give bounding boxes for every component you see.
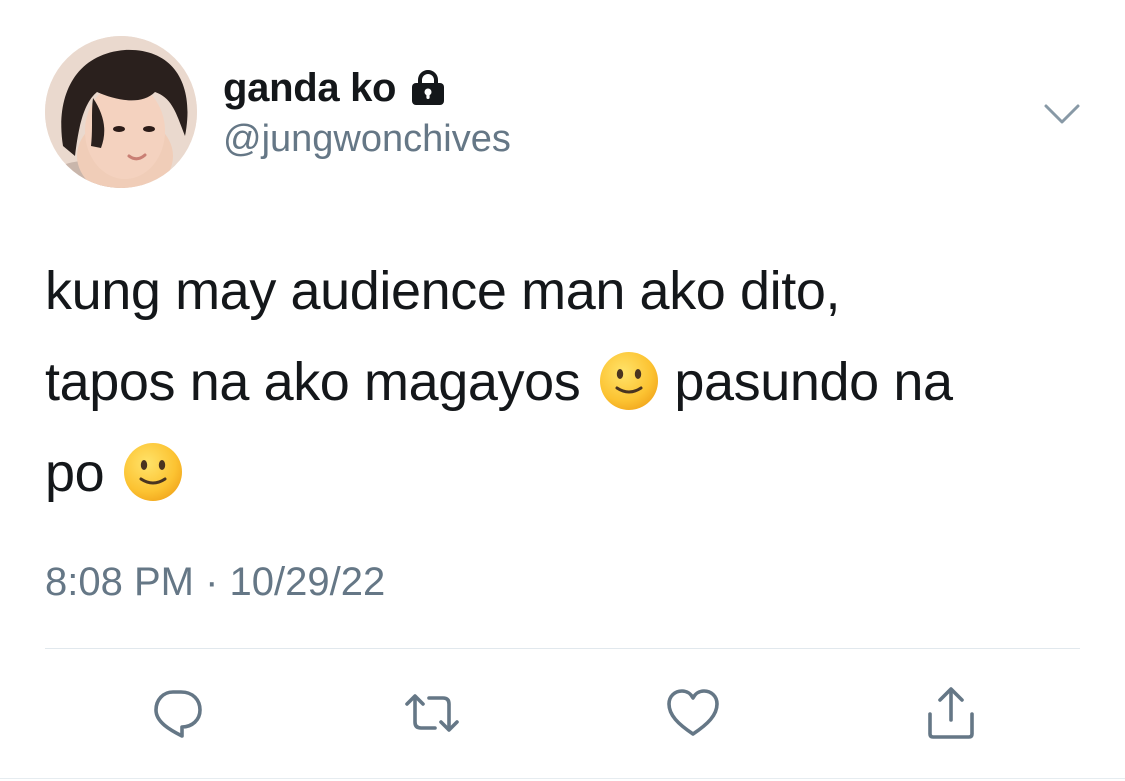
display-name[interactable]: ganda ko [223, 66, 396, 111]
user-header: ganda ko [223, 64, 448, 112]
like-button[interactable] [664, 684, 722, 742]
more-options-chevron-icon[interactable] [1040, 92, 1084, 136]
share-icon [928, 687, 974, 739]
slightly-smiling-face-icon [122, 440, 184, 502]
reply-icon [154, 690, 202, 738]
retweet-icon [405, 694, 459, 732]
bottom-border [0, 778, 1125, 779]
share-button[interactable] [922, 684, 980, 742]
divider [45, 648, 1080, 649]
avatar[interactable] [45, 36, 197, 188]
avatar-image [45, 36, 197, 188]
heart-icon [667, 689, 719, 736]
retweet-button[interactable] [403, 684, 461, 742]
reply-button[interactable] [148, 684, 206, 742]
tweet-line-3-text: po [45, 443, 105, 503]
tweet-line-2-part-b: pasundo na [674, 352, 953, 412]
user-handle[interactable]: @jungwonchives [223, 118, 511, 161]
tweet-line-1: kung may audience man ako dito, [45, 261, 841, 321]
tweet-line-2-part-a: tapos na ako magayos [45, 352, 581, 412]
tweet-text: kung may audience man ako dito, tapos na… [45, 246, 1090, 519]
tweet-line-3: po [45, 428, 1090, 519]
tweet-timestamp[interactable]: 8:08 PM · 10/29/22 [45, 560, 385, 605]
slightly-smiling-face-icon [598, 349, 660, 411]
lock-icon [408, 68, 448, 108]
tweet-line-2: tapos na ako magayos pasundo na [45, 337, 1090, 428]
